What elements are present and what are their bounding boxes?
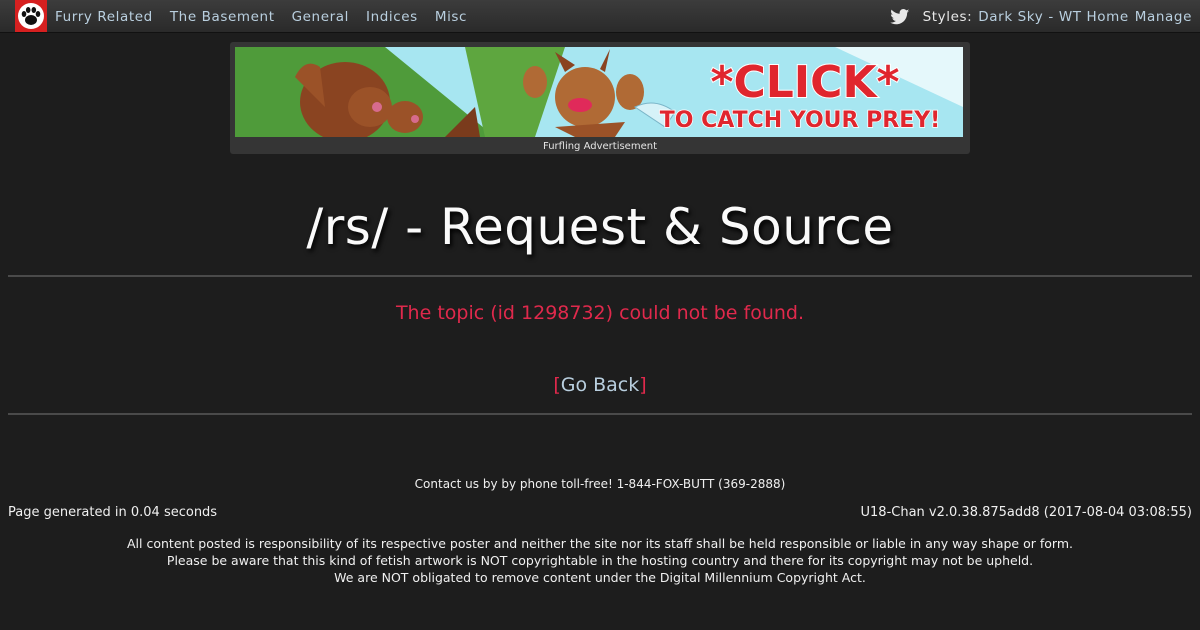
advertisement-box: *CLICK* TO CATCH YOUR PREY! Furfling Adv… bbox=[230, 42, 970, 154]
nav-link-the-basement[interactable]: The Basement bbox=[170, 9, 275, 25]
go-back-container: [Go Back] bbox=[0, 374, 1200, 396]
software-version: U18-Chan v2.0.38.875add8 (2017-08-04 03:… bbox=[860, 505, 1192, 520]
ad-caption: Furfling Advertisement bbox=[542, 141, 657, 152]
nav-separator: - bbox=[1048, 8, 1054, 25]
contact-line: Contact us by by phone toll-free! 1-844-… bbox=[414, 477, 786, 491]
top-nav-bar: Furry Related The Basement General Indic… bbox=[0, 0, 1200, 33]
error-message: The topic (id 1298732) could not be foun… bbox=[395, 302, 805, 324]
page-generated-time: Page generated in 0.04 seconds bbox=[8, 505, 218, 520]
divider-bottom bbox=[8, 413, 1192, 415]
twitter-bird-icon[interactable] bbox=[889, 8, 910, 25]
disclaimer-line: Please be aware that this kind of fetish… bbox=[166, 553, 1034, 568]
nav-link-general[interactable]: General bbox=[292, 9, 349, 25]
disclaimer: All content posted is responsibility of … bbox=[0, 535, 1200, 586]
bracket-open: [ bbox=[553, 374, 561, 396]
ad-headline: *CLICK* bbox=[710, 57, 899, 108]
nav-right-menu: Styles: Dark Sky - WT Home Manage bbox=[889, 0, 1192, 33]
go-back-link[interactable]: Go Back bbox=[561, 374, 640, 396]
disclaimer-line: All content posted is responsibility of … bbox=[127, 536, 1073, 551]
paw-print-icon bbox=[21, 7, 41, 25]
disclaimer-line: We are NOT obligated to remove content u… bbox=[334, 570, 866, 585]
nav-link-indices[interactable]: Indices bbox=[366, 9, 418, 25]
style-dark-sky-link[interactable]: Dark Sky bbox=[978, 9, 1043, 25]
nav-menu: Furry Related The Basement General Indic… bbox=[55, 0, 484, 33]
advertisement-banner[interactable]: *CLICK* TO CATCH YOUR PREY! bbox=[235, 47, 963, 137]
divider-top bbox=[8, 275, 1192, 277]
wt-home-link[interactable]: WT Home bbox=[1059, 9, 1129, 25]
ad-subline: TO CATCH YOUR PREY! bbox=[660, 108, 940, 133]
bracket-close: ] bbox=[639, 374, 647, 396]
nav-link-furry-related[interactable]: Furry Related bbox=[55, 9, 153, 25]
manage-link[interactable]: Manage bbox=[1135, 9, 1192, 25]
nav-link-misc[interactable]: Misc bbox=[435, 9, 467, 25]
board-title: /rs/ - Request & Source bbox=[306, 198, 894, 256]
styles-label: Styles: bbox=[922, 8, 973, 25]
site-logo-paw-icon[interactable] bbox=[15, 0, 47, 32]
